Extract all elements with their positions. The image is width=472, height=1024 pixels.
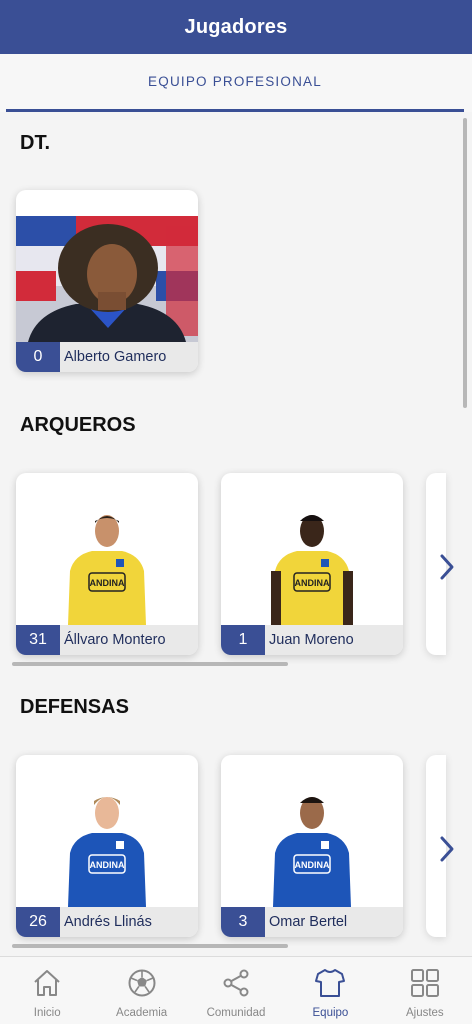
nav-label: Equipo <box>312 1007 349 1019</box>
player-name: Alberto Gamero <box>64 349 167 365</box>
player-namebar: 3 Omar Bertel <box>221 907 403 937</box>
section-title-arqueros: ARQUEROS <box>20 414 136 436</box>
share-icon <box>223 969 249 997</box>
chevron-right-icon[interactable] <box>436 834 460 864</box>
nav-item-academia[interactable]: Academia <box>94 957 188 1024</box>
player-card[interactable]: ANDINA 26 Andrés Llinás <box>16 755 198 937</box>
player-photo: ANDINA <box>221 781 403 907</box>
player-number: 0 <box>16 342 60 372</box>
player-namebar: 31 Állvaro Montero <box>16 625 198 655</box>
coach-photo <box>16 216 198 342</box>
player-number: 26 <box>16 907 60 937</box>
page-title: Jugadores <box>184 15 288 38</box>
tab-bar: EQUIPO PROFESIONAL <box>0 54 472 112</box>
grid-icon <box>410 969 439 997</box>
section-title-dt: DT. <box>20 132 50 154</box>
player-namebar: 1 Juan Moreno <box>221 625 403 655</box>
app-header: Jugadores <box>0 0 472 54</box>
player-namebar: 0 Alberto Gamero <box>16 342 198 372</box>
nav-label: Comunidad <box>206 1007 266 1019</box>
jersey-sponsor-text: ANDINA <box>295 860 330 870</box>
player-name: Juan Moreno <box>269 632 354 648</box>
home-icon <box>34 970 60 996</box>
jersey-sponsor-text: ANDINA <box>90 578 125 588</box>
player-number: 3 <box>221 907 265 937</box>
player-photo: ANDINA <box>16 781 198 907</box>
player-photo: ANDINA <box>16 499 198 625</box>
player-namebar: 26 Andrés Llinás <box>16 907 198 937</box>
nav-item-equipo[interactable]: Equipo <box>283 957 377 1024</box>
player-card[interactable]: 0 Alberto Gamero <box>16 190 198 372</box>
jersey-icon <box>315 969 346 997</box>
player-name: Állvaro Montero <box>64 632 166 648</box>
chevron-right-icon[interactable] <box>436 552 460 582</box>
bottom-navigation: Inicio Academia Comunidad Equipo Ajustes <box>0 956 472 1024</box>
jersey-sponsor-text: ANDINA <box>295 578 330 588</box>
jersey-sponsor-text: ANDINA <box>90 860 125 870</box>
player-photo: ANDINA <box>221 499 403 625</box>
player-card[interactable]: ANDINA 31 Állvaro Montero <box>16 473 198 655</box>
nav-item-comunidad[interactable]: Comunidad <box>189 957 283 1024</box>
nav-item-ajustes[interactable]: Ajustes <box>378 957 472 1024</box>
defensas-horizontal-scrollbar[interactable] <box>12 944 288 948</box>
players-list[interactable]: DT. 0 Alberto Gamero ARQUEROS ANDINA 31 … <box>0 112 472 956</box>
vertical-scrollbar[interactable] <box>463 118 467 408</box>
nav-item-inicio[interactable]: Inicio <box>0 957 94 1024</box>
soccer-ball-icon <box>128 969 156 997</box>
player-number: 1 <box>221 625 265 655</box>
player-card[interactable]: ANDINA 1 Juan Moreno <box>221 473 403 655</box>
player-number: 31 <box>16 625 60 655</box>
tab-equipo-profesional[interactable]: EQUIPO PROFESIONAL <box>6 54 464 112</box>
player-name: Andrés Llinás <box>64 914 152 930</box>
player-name: Omar Bertel <box>269 914 348 930</box>
nav-label: Academia <box>116 1007 168 1019</box>
arqueros-horizontal-scrollbar[interactable] <box>12 662 288 666</box>
player-card[interactable]: ANDINA 3 Omar Bertel <box>221 755 403 937</box>
nav-label: Inicio <box>33 1007 61 1019</box>
section-title-defensas: DEFENSAS <box>20 696 129 718</box>
nav-label: Ajustes <box>405 1007 444 1019</box>
